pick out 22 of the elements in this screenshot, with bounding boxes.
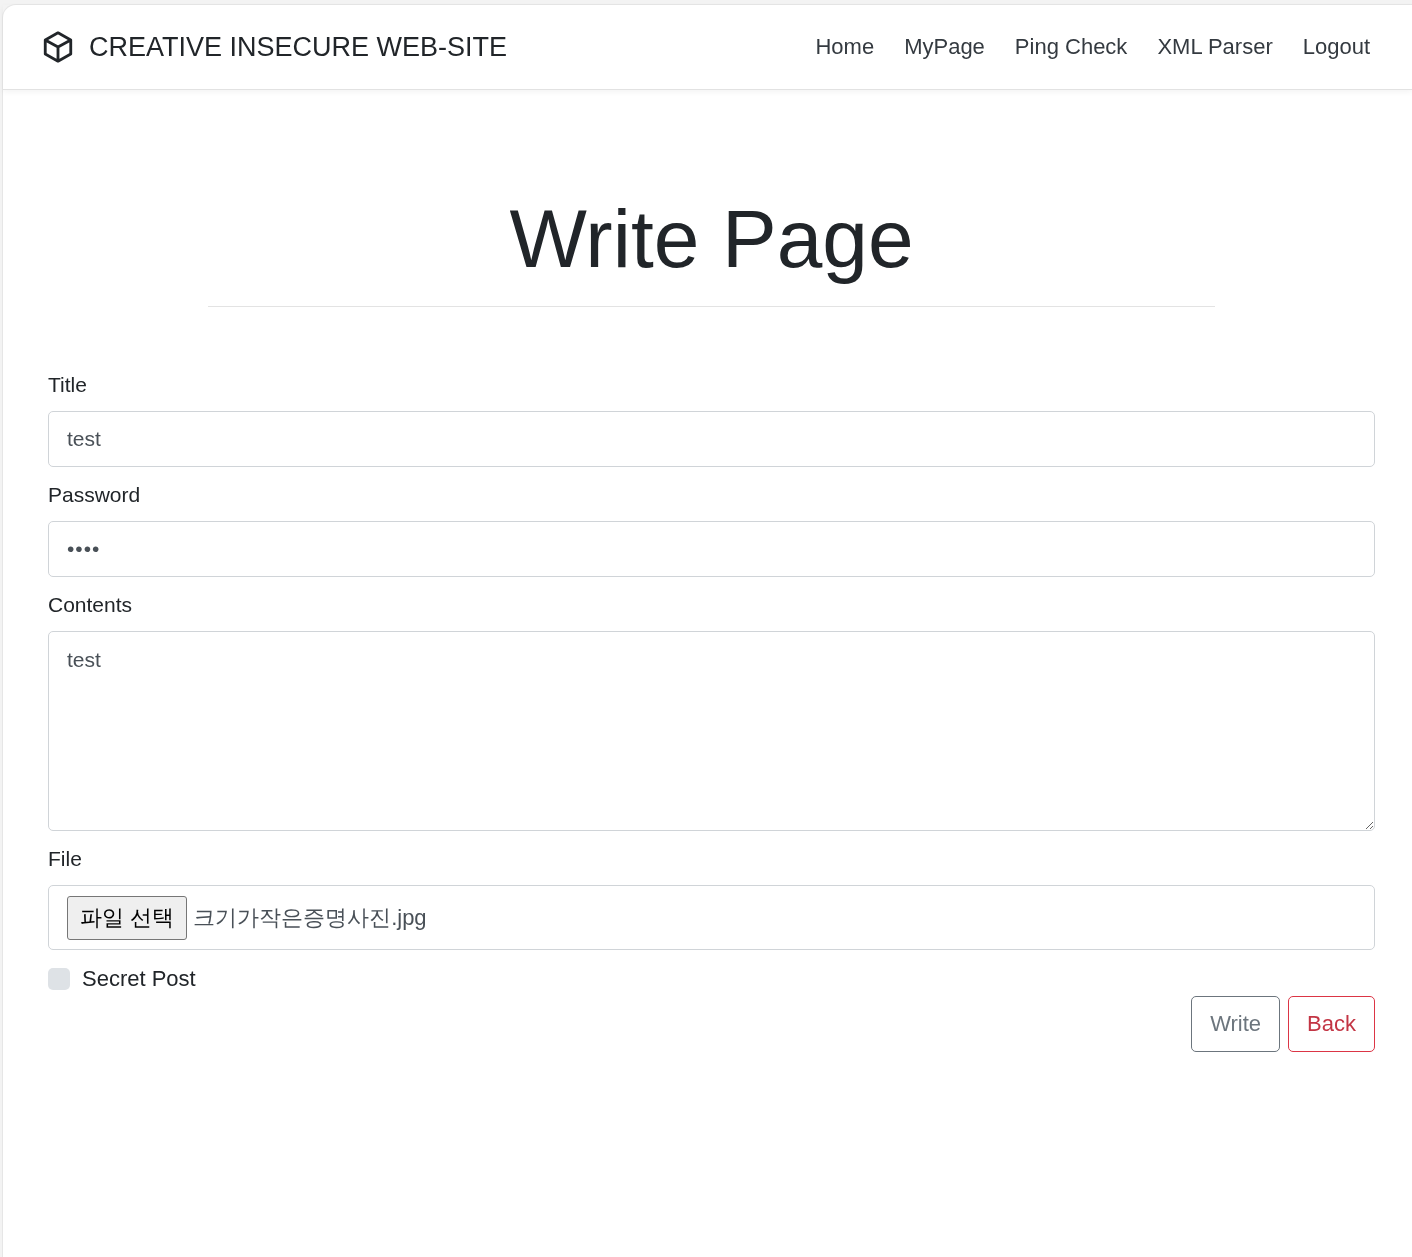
checkbox[interactable] bbox=[48, 968, 70, 991]
cube-icon bbox=[41, 30, 75, 64]
write-button[interactable]: Write bbox=[1191, 996, 1281, 1053]
field-label: Password bbox=[48, 483, 142, 508]
nav-link[interactable]: XML Parser bbox=[1157, 34, 1273, 60]
contents-field[interactable]: test bbox=[48, 631, 1375, 832]
field-label: Contents bbox=[48, 593, 134, 618]
nav-link[interactable]: Logout bbox=[1302, 34, 1370, 60]
nav-link[interactable]: Ping Check bbox=[1014, 34, 1128, 60]
field-label: File bbox=[48, 847, 83, 872]
site-title[interactable]: CREATIVE INSECURE WEB-SITE bbox=[89, 31, 508, 63]
nav-link[interactable]: Home bbox=[815, 34, 875, 60]
choose-file-button[interactable]: 파일 선택 bbox=[67, 895, 188, 940]
field-label: Title bbox=[48, 373, 88, 398]
page-heading: Write Page bbox=[508, 194, 915, 285]
file-name: 크기가작은증명사진.jpg bbox=[193, 903, 427, 932]
checkbox-label[interactable]: Secret Post bbox=[82, 966, 196, 993]
nav-link[interactable]: MyPage bbox=[904, 34, 985, 60]
password-field[interactable]: •••• bbox=[48, 521, 1375, 578]
title-field[interactable]: test bbox=[48, 411, 1375, 468]
file-field[interactable]: 파일 선택 크기가작은증명사진.jpg bbox=[48, 885, 1375, 951]
back-button[interactable]: Back bbox=[1288, 996, 1375, 1053]
